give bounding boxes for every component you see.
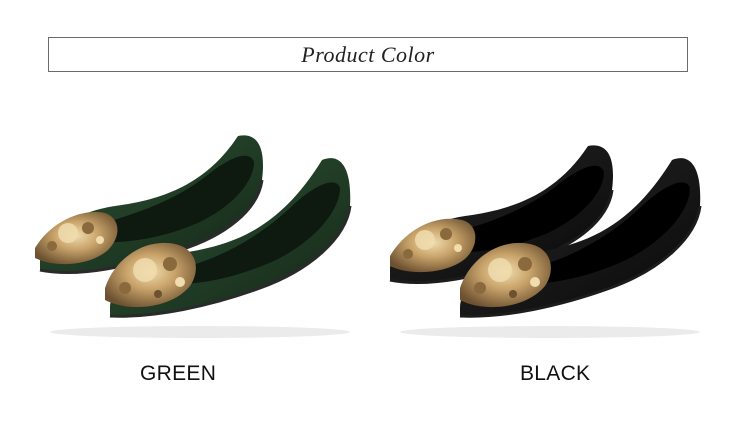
product-image-green[interactable] <box>10 118 370 343</box>
product-image-black[interactable] <box>380 118 740 343</box>
section-title: Product Color <box>301 41 435 67</box>
color-label-green: GREEN <box>140 362 217 385</box>
section-header-box: Product Color <box>48 37 688 72</box>
green-shoes-illustration <box>35 135 352 338</box>
black-shoes-illustration <box>389 145 702 338</box>
color-label-black: BLACK <box>520 362 591 385</box>
